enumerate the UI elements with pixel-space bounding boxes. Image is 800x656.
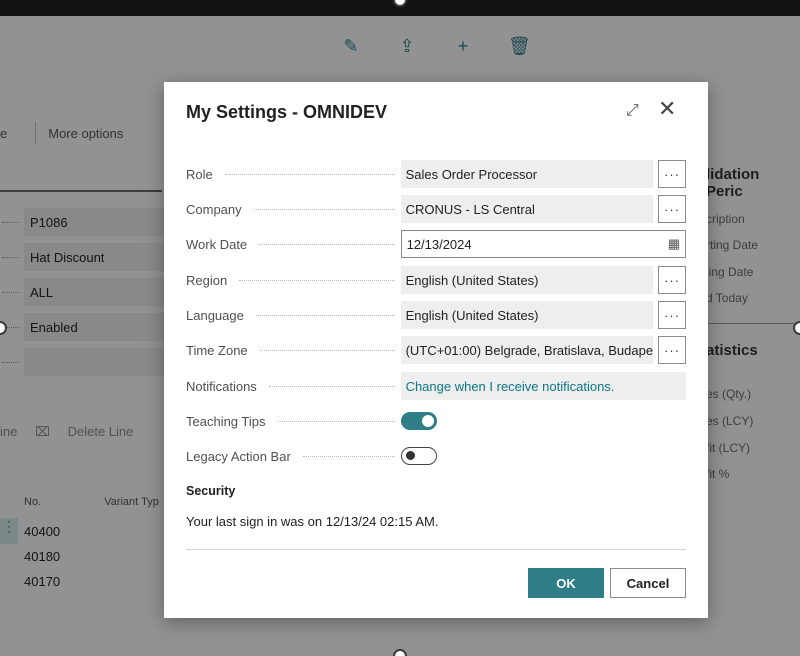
expand-icon[interactable]: ⤢ (626, 102, 639, 120)
time-zone-row: Time Zone (UTC+01:00) Belgrade, Bratisla… (186, 336, 687, 364)
region-label: Region (186, 272, 228, 288)
last-sign-in-text: Your last sign in was on 12/13/24 02:15 … (186, 514, 439, 529)
close-icon[interactable]: ✕ (658, 98, 676, 120)
teaching-tips-row: Teaching Tips (186, 407, 686, 435)
legacy-action-bar-label: Legacy Action Bar (186, 448, 291, 464)
teaching-tips-toggle[interactable] (401, 412, 437, 430)
my-settings-dialog: My Settings - OMNIDEV ⤢ ✕ Role Sales Ord… (164, 82, 708, 618)
notifications-link[interactable]: Change when I receive notifications. (400, 372, 686, 400)
time-zone-label: Time Zone (186, 342, 248, 358)
work-date-value: 12/13/2024 (406, 236, 472, 252)
work-date-input[interactable]: 12/13/2024 ▦ (400, 230, 686, 258)
teaching-tips-label: Teaching Tips (186, 413, 266, 429)
company-lookup-button[interactable]: ··· (658, 195, 687, 223)
notifications-label: Notifications (186, 378, 257, 394)
calendar-icon[interactable]: ▦ (668, 236, 680, 252)
divider (186, 549, 686, 550)
cancel-button[interactable]: Cancel (610, 568, 686, 598)
security-title: Security (186, 484, 236, 498)
role-label: Role (186, 166, 213, 182)
language-field[interactable]: English (United States) (400, 301, 654, 329)
role-field[interactable]: Sales Order Processor (400, 160, 654, 188)
ok-button[interactable]: OK (528, 568, 604, 598)
time-zone-lookup-button[interactable]: ··· (658, 336, 687, 364)
region-row: Region English (United States) ··· (186, 266, 687, 294)
role-lookup-button[interactable]: ··· (658, 160, 687, 188)
region-field[interactable]: English (United States) (400, 266, 654, 294)
language-row: Language English (United States) ··· (186, 301, 687, 329)
work-date-row: Work Date 12/13/2024 ▦ (186, 230, 686, 258)
legacy-action-bar-row: Legacy Action Bar (186, 442, 686, 470)
company-label: Company (186, 201, 242, 217)
company-field[interactable]: CRONUS - LS Central (400, 195, 654, 223)
company-row: Company CRONUS - LS Central ··· (186, 195, 687, 223)
time-zone-field[interactable]: (UTC+01:00) Belgrade, Bratislava, Budape… (400, 336, 654, 364)
work-date-label: Work Date (186, 236, 248, 252)
resize-handle-right[interactable] (793, 321, 800, 335)
resize-handle-bottom[interactable] (393, 649, 407, 656)
language-label: Language (186, 307, 244, 323)
dialog-title: My Settings - OMNIDEV (186, 102, 388, 122)
region-lookup-button[interactable]: ··· (658, 266, 687, 294)
notifications-row: Notifications Change when I receive noti… (186, 372, 686, 400)
role-row: Role Sales Order Processor ··· (186, 160, 687, 188)
language-lookup-button[interactable]: ··· (658, 301, 687, 329)
legacy-action-bar-toggle[interactable] (401, 447, 437, 465)
